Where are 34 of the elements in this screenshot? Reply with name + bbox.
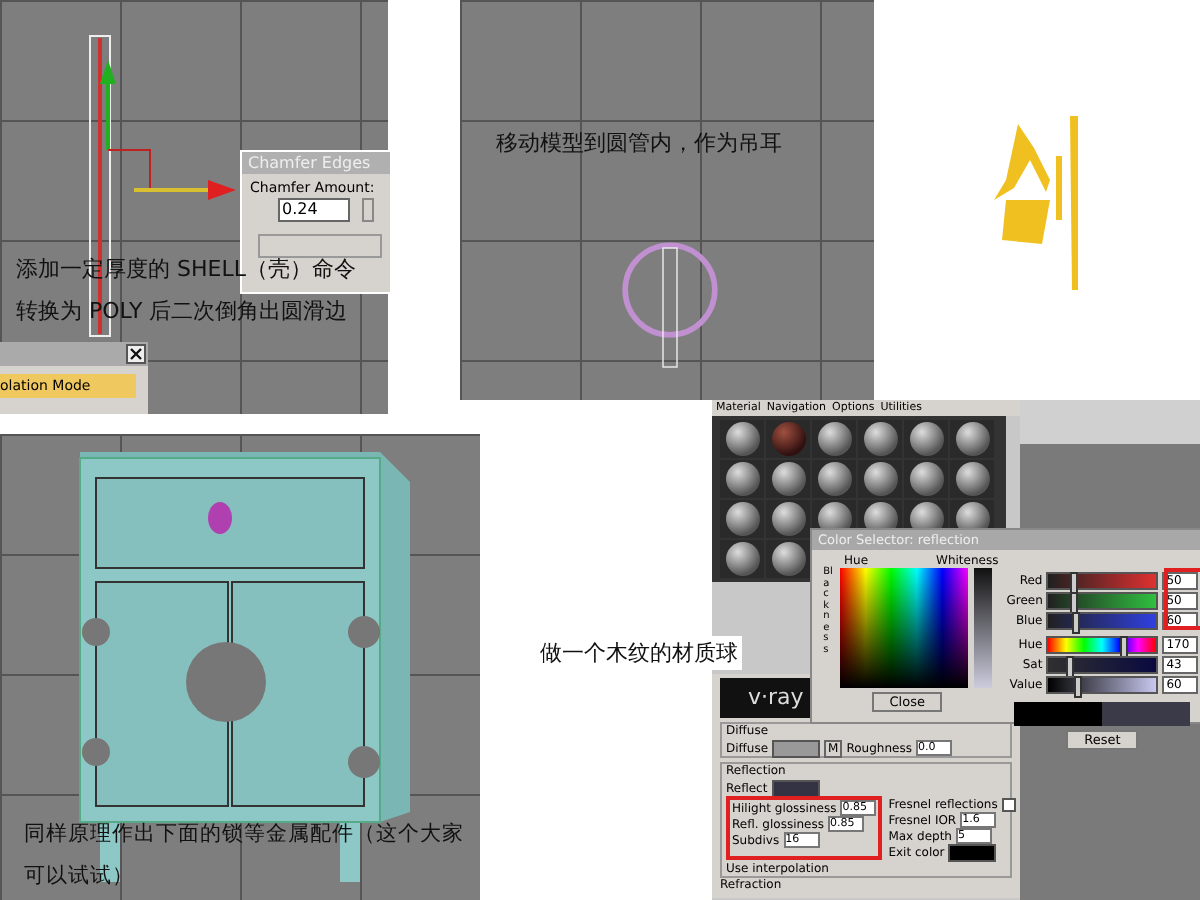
step-note: 移动模型到圆管内，作为吊耳	[496, 128, 782, 158]
dialog-title: Chamfer Edges	[242, 152, 390, 174]
highlight-frame	[1164, 568, 1200, 630]
material-slot[interactable]	[720, 500, 764, 538]
material-slot[interactable]	[720, 540, 764, 578]
material-slot[interactable]	[720, 460, 764, 498]
step-note: 做一个木纹的材质球	[536, 636, 742, 670]
color-swatch[interactable]	[771, 779, 820, 797]
move-gizmo-drawing	[96, 56, 236, 200]
amount-field[interactable]: 0.24	[278, 198, 350, 222]
material-slot[interactable]	[812, 420, 856, 458]
material-slot[interactable]	[858, 420, 902, 458]
material-slot[interactable]	[812, 460, 856, 498]
material-slot[interactable]	[950, 460, 994, 498]
color-swatch[interactable]	[948, 843, 997, 861]
slider-thumb[interactable]	[1119, 636, 1128, 658]
slider-thumb[interactable]	[1066, 656, 1075, 678]
material-slot[interactable]	[766, 500, 810, 538]
material-slot[interactable]	[766, 460, 810, 498]
color-spectrum[interactable]	[839, 568, 968, 688]
material-slot[interactable]	[904, 460, 948, 498]
color-swatch[interactable]	[772, 739, 821, 757]
checkbox[interactable]	[1001, 797, 1016, 811]
slider-thumb[interactable]	[1072, 612, 1081, 634]
material-slot[interactable]	[858, 460, 902, 498]
material-slot[interactable]	[904, 420, 948, 458]
whiteness-bar[interactable]	[973, 568, 992, 688]
material-slot[interactable]	[766, 540, 810, 578]
material-slot[interactable]	[720, 420, 764, 458]
close-icon[interactable]	[126, 344, 146, 364]
slider-thumb[interactable]	[1070, 572, 1079, 594]
slider-thumb[interactable]	[1074, 676, 1083, 698]
material-slot[interactable]	[950, 420, 994, 458]
slider-thumb[interactable]	[1070, 592, 1079, 614]
